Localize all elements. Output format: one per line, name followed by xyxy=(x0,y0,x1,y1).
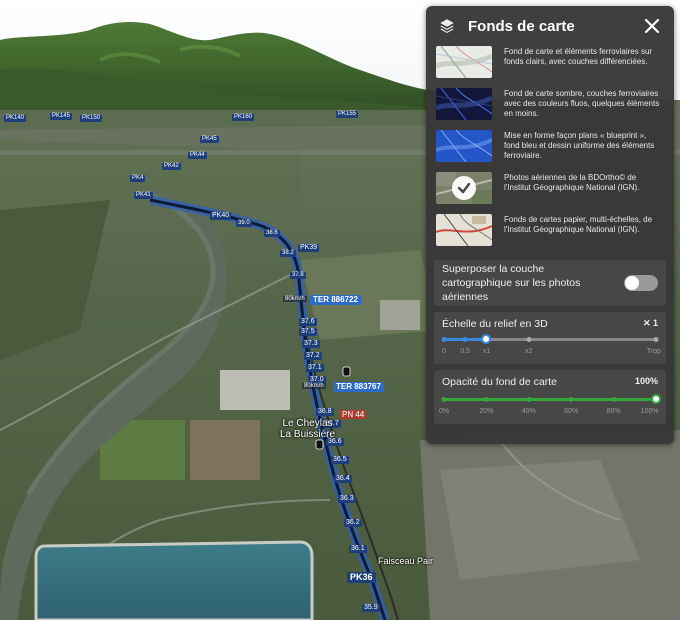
slider-tick xyxy=(441,397,447,402)
tick-label: 100% xyxy=(640,408,659,415)
slider-tick xyxy=(653,337,659,342)
blueprint-map-thumbnail xyxy=(436,130,492,162)
toggle-knob xyxy=(625,276,639,290)
tick-label: 80% xyxy=(606,408,621,415)
tick-label: 0 xyxy=(442,348,446,355)
slider-tick xyxy=(462,337,468,342)
slider-tick xyxy=(526,397,532,402)
pk36-label: PK36 xyxy=(347,572,376,583)
speed-label: 80km/h xyxy=(283,296,307,302)
pk-label: PK41 xyxy=(134,192,153,199)
pk-label: PK44 xyxy=(188,152,207,159)
basemap-panel: Fonds de carte Fond de carte et éléments… xyxy=(426,6,674,444)
pk-label: PK42 xyxy=(162,163,181,170)
km-marker: 37.2 xyxy=(304,352,322,360)
slider-tick xyxy=(568,397,574,402)
tick-label: x1 xyxy=(482,348,491,355)
km-marker: 36.3 xyxy=(338,495,356,503)
tick-label: 60% xyxy=(564,408,579,415)
opacity-slider[interactable] xyxy=(441,394,661,404)
tick-label: 20% xyxy=(479,408,494,415)
panel-title: Fonds de carte xyxy=(468,17,575,35)
basemap-description: Photos aériennes de la BDOrtho© de l'Ins… xyxy=(504,173,640,192)
opacity-label: Opacité du fond de carte xyxy=(442,376,557,388)
train-label[interactable]: TER 886722 xyxy=(310,295,361,305)
basemap-option-dark[interactable]: Fond de carte sombre, couches ferroviair… xyxy=(426,88,674,130)
tick-label: Trop xyxy=(646,348,661,355)
km-marker: 37.5 xyxy=(299,328,317,336)
basemap-option-aerial[interactable]: Photos aériennes de la BDOrtho© de l'Ins… xyxy=(426,172,674,214)
pk-label: PK145 xyxy=(50,113,73,120)
tick-label: 0% xyxy=(438,408,450,415)
pk-label: PK45 xyxy=(200,136,219,143)
basemap-option-ign-paper[interactable]: Fonds de cartes papier, multi-échelles, … xyxy=(426,214,674,256)
km-marker: 37.8 xyxy=(290,272,306,279)
overlay-setting: Superposer la couche cartographique sur … xyxy=(434,260,666,306)
close-button[interactable] xyxy=(642,16,662,36)
paper-map-thumbnail xyxy=(436,214,492,246)
pk-label: PK150 xyxy=(80,115,103,122)
opacity-value: 100% xyxy=(634,376,658,386)
basemap-description: Mise en forme façon plans « blueprint »,… xyxy=(504,131,655,160)
selected-check-icon xyxy=(452,176,476,200)
km-marker: 37.6 xyxy=(299,318,317,326)
opacity-slider-handle[interactable] xyxy=(651,394,661,404)
km-marker: 36.4 xyxy=(334,475,352,483)
opacity-slider-fill xyxy=(444,398,656,401)
km-marker: 37.1 xyxy=(306,364,324,372)
slider-tick xyxy=(483,397,489,402)
km-marker: 38.6 xyxy=(264,230,280,237)
faisceau-label: Faisceau Pair xyxy=(378,556,434,566)
km-marker: 37.3 xyxy=(302,340,320,348)
slider-tick xyxy=(526,337,532,342)
close-icon xyxy=(645,19,659,33)
overlay-toggle[interactable] xyxy=(624,275,658,291)
km-marker: 38.2 xyxy=(280,250,296,257)
relief-slider[interactable] xyxy=(441,334,659,344)
slider-tick xyxy=(611,397,617,402)
speed-label: 80km/h xyxy=(302,383,326,389)
tick-label: x2 xyxy=(525,348,533,355)
relief-scale-setting: Échelle du relief en 3D ✕ 1 0 0.5 x1 x2 … xyxy=(434,312,666,364)
relief-slider-handle[interactable] xyxy=(481,334,492,344)
pk-label: PK160 xyxy=(232,114,255,121)
overlay-label: Superposer la couche cartographique sur … xyxy=(442,263,581,303)
km-marker: 36.2 xyxy=(344,519,362,527)
train-label[interactable]: TER 883767 xyxy=(333,382,384,392)
aerial-photo-thumbnail xyxy=(436,172,492,204)
tick-label: 40% xyxy=(521,408,536,415)
tick-label: 0.5 xyxy=(460,348,471,355)
pk-label: PK39 xyxy=(298,244,320,252)
km-marker: 35.9 xyxy=(362,604,380,612)
station-label[interactable]: Le Cheylas La Buissière xyxy=(280,418,335,440)
relief-label: Échelle du relief en 3D xyxy=(442,318,548,330)
km-marker: 36.1 xyxy=(349,545,367,553)
slider-tick xyxy=(441,337,447,342)
km-marker: 36.5 xyxy=(331,456,349,464)
relief-value: ✕ 1 xyxy=(642,318,658,328)
opacity-setting: Opacité du fond de carte 100% 0% 20% 40%… xyxy=(434,370,666,424)
layers-icon xyxy=(440,19,454,33)
km-marker: 36.8 xyxy=(316,408,334,416)
dark-map-thumbnail xyxy=(436,88,492,120)
pk-label: PK4 xyxy=(130,175,146,182)
pk-label: PK140 xyxy=(4,115,27,122)
pk-label: PK155 xyxy=(336,111,359,118)
pk-label: PK40 xyxy=(210,212,232,220)
panel-header: Fonds de carte xyxy=(426,6,674,46)
light-map-thumbnail xyxy=(436,46,492,78)
basemap-option-blueprint[interactable]: Mise en forme façon plans « blueprint »,… xyxy=(426,130,674,172)
basemap-description: Fonds de cartes papier, multi-échelles, … xyxy=(504,215,653,234)
basemap-description: Fond de carte sombre, couches ferroviair… xyxy=(504,89,660,118)
level-crossing-label: PN 44 xyxy=(340,410,367,419)
km-marker: 39.0 xyxy=(236,220,252,227)
basemap-option-light[interactable]: Fond de carte et éléments ferroviaires s… xyxy=(426,46,674,88)
basemap-description: Fond de carte et éléments ferroviaires s… xyxy=(504,47,653,66)
